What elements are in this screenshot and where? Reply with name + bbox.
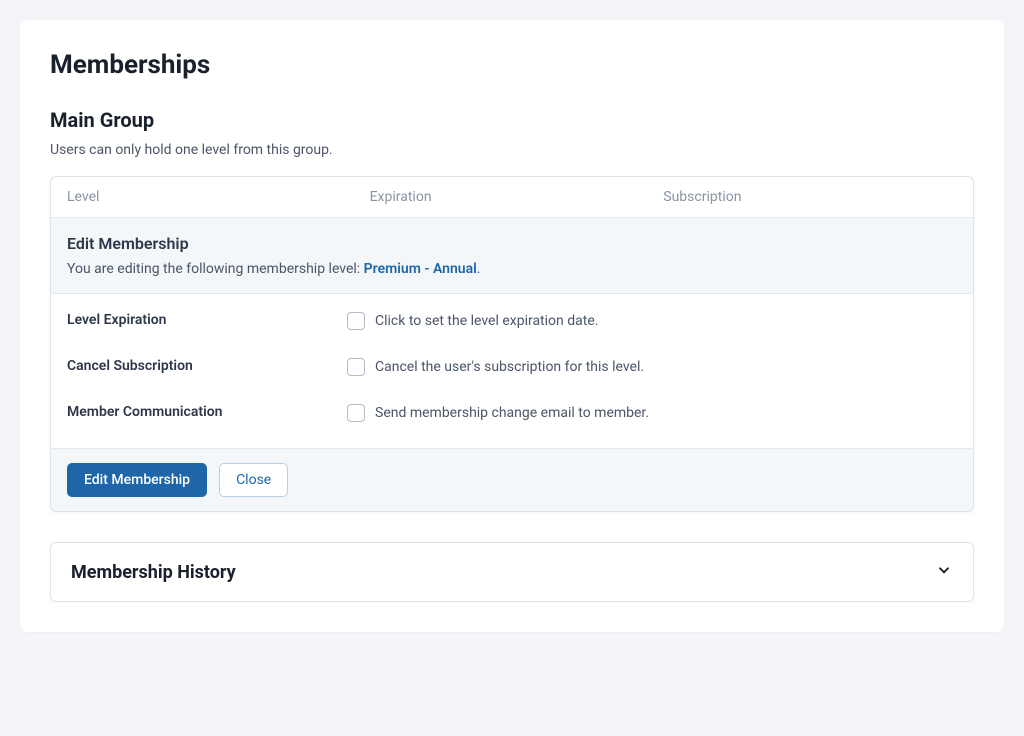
col-header-subscription: Subscription (663, 189, 957, 205)
close-button[interactable]: Close (219, 463, 288, 497)
edit-membership-button[interactable]: Edit Membership (67, 463, 207, 497)
label-level-expiration: Level Expiration (67, 312, 347, 328)
checkbox-level-expiration[interactable] (347, 312, 365, 330)
text-cancel-subscription: Cancel the user's subscription for this … (375, 359, 644, 375)
memberships-card: Memberships Main Group Users can only ho… (20, 20, 1004, 632)
edit-header: Edit Membership You are editing the foll… (51, 217, 973, 294)
control-level-expiration: Click to set the level expiration date. (347, 312, 957, 330)
checkbox-member-communication[interactable] (347, 404, 365, 422)
edit-subtitle-prefix: You are editing the following membership… (67, 261, 364, 277)
group-description: Users can only hold one level from this … (50, 142, 974, 158)
checkbox-cancel-subscription[interactable] (347, 358, 365, 376)
edit-level-name: Premium - Annual (364, 261, 477, 277)
row-level-expiration: Level Expiration Click to set the level … (67, 312, 957, 330)
text-level-expiration: Click to set the level expiration date. (375, 313, 598, 329)
edit-subtitle-suffix: . (477, 261, 481, 277)
row-cancel-subscription: Cancel Subscription Cancel the user's su… (67, 358, 957, 376)
membership-history-toggle[interactable]: Membership History (50, 542, 974, 602)
form-body: Level Expiration Click to set the level … (51, 294, 973, 448)
control-cancel-subscription: Cancel the user's subscription for this … (347, 358, 957, 376)
text-member-communication: Send membership change email to member. (375, 405, 649, 421)
history-title: Membership History (71, 562, 236, 583)
edit-subtitle: You are editing the following membership… (67, 261, 957, 277)
edit-membership-panel: Level Expiration Subscription Edit Membe… (50, 176, 974, 512)
chevron-down-icon (935, 561, 953, 583)
row-member-communication: Member Communication Send membership cha… (67, 404, 957, 422)
page-title: Memberships (50, 50, 974, 80)
control-member-communication: Send membership change email to member. (347, 404, 957, 422)
col-header-level: Level (67, 189, 370, 205)
edit-title: Edit Membership (67, 234, 957, 253)
panel-footer: Edit Membership Close (51, 448, 973, 511)
label-cancel-subscription: Cancel Subscription (67, 358, 347, 374)
label-member-communication: Member Communication (67, 404, 347, 420)
table-header-row: Level Expiration Subscription (51, 177, 973, 217)
col-header-expiration: Expiration (370, 189, 664, 205)
group-title: Main Group (50, 108, 974, 132)
